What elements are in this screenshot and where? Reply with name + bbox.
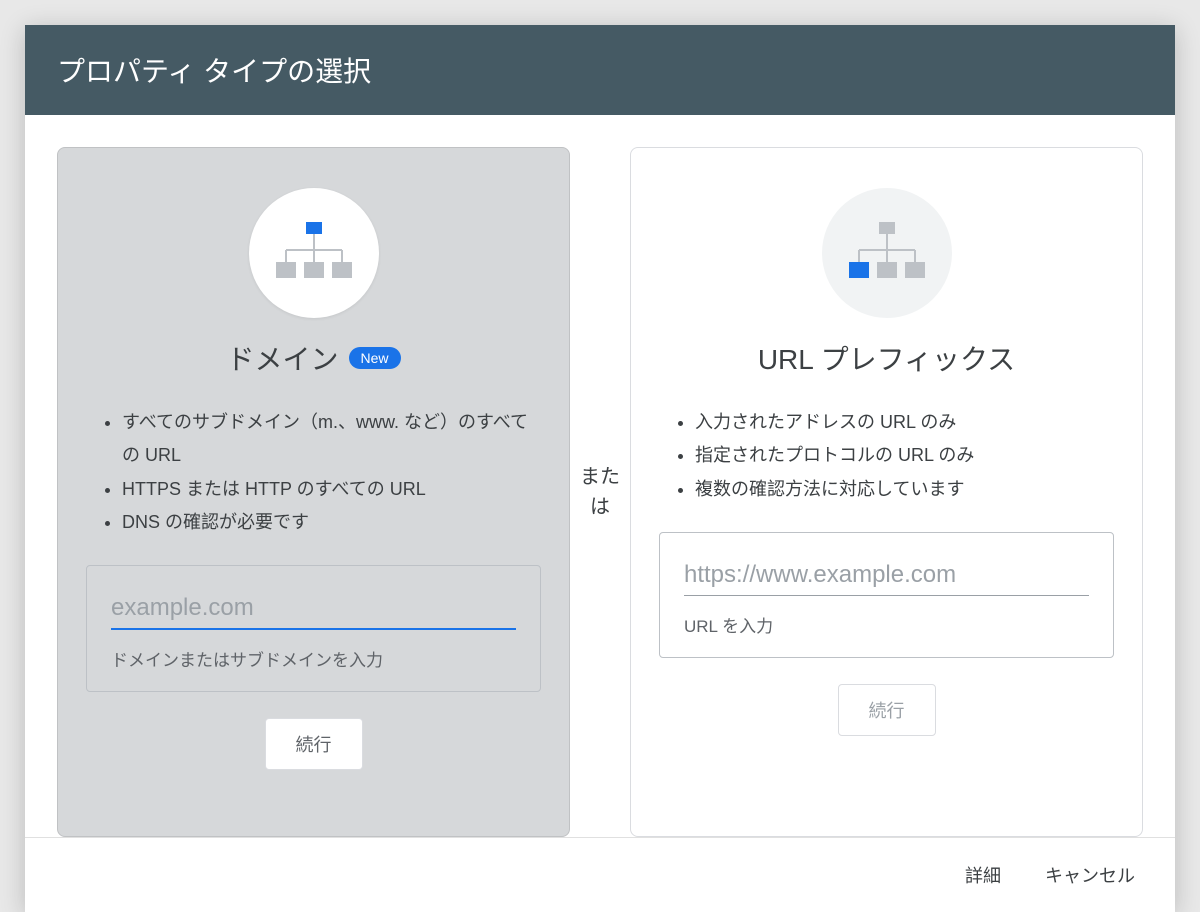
url-input[interactable]	[684, 557, 1089, 596]
domain-title-row: ドメイン New	[226, 338, 400, 378]
list-item: すべてのサブドメイン（m.、www. など）のすべての URL	[122, 406, 541, 473]
property-type-dialog: プロパティ タイプの選択	[25, 25, 1175, 912]
domain-sitemap-icon	[249, 188, 379, 318]
dialog-title: プロパティ タイプの選択	[25, 25, 1175, 115]
or-text: また	[580, 466, 620, 488]
url-prefix-property-card[interactable]: URL プレフィックス 入力されたアドレスの URL のみ 指定されたプロトコル…	[630, 147, 1143, 837]
domain-input-box: ドメインまたはサブドメインを入力	[86, 565, 541, 692]
url-sitemap-icon	[822, 188, 952, 318]
list-item: HTTPS または HTTP のすべての URL	[122, 473, 541, 506]
details-button[interactable]: 詳細	[961, 856, 1005, 894]
or-text-2: は	[590, 496, 610, 518]
domain-input[interactable]	[111, 590, 516, 630]
new-badge: New	[349, 347, 401, 369]
url-input-help: URL を入力	[684, 612, 1089, 637]
list-item: DNS の確認が必要です	[122, 506, 541, 539]
dialog-footer: 詳細 キャンセル	[25, 837, 1175, 912]
url-title-row: URL プレフィックス	[758, 338, 1015, 378]
separator-or: また は	[570, 147, 630, 837]
domain-property-card[interactable]: ドメイン New すべてのサブドメイン（m.、www. など）のすべての URL…	[57, 147, 570, 837]
url-card-title: URL プレフィックス	[758, 338, 1015, 378]
url-input-box: URL を入力	[659, 532, 1114, 658]
list-item: 複数の確認方法に対応しています	[695, 473, 1114, 506]
url-feature-list: 入力されたアドレスの URL のみ 指定されたプロトコルの URL のみ 複数の…	[659, 406, 1114, 506]
domain-input-help: ドメインまたはサブドメインを入力	[111, 646, 516, 671]
domain-card-title: ドメイン	[226, 338, 338, 378]
list-item: 入力されたアドレスの URL のみ	[695, 406, 1114, 439]
dialog-body: ドメイン New すべてのサブドメイン（m.、www. など）のすべての URL…	[25, 115, 1175, 837]
cancel-button[interactable]: キャンセル	[1041, 856, 1139, 894]
domain-feature-list: すべてのサブドメイン（m.、www. など）のすべての URL HTTPS また…	[86, 406, 541, 539]
url-continue-button[interactable]: 続行	[838, 684, 936, 736]
list-item: 指定されたプロトコルの URL のみ	[695, 439, 1114, 472]
domain-continue-button[interactable]: 続行	[265, 718, 363, 770]
